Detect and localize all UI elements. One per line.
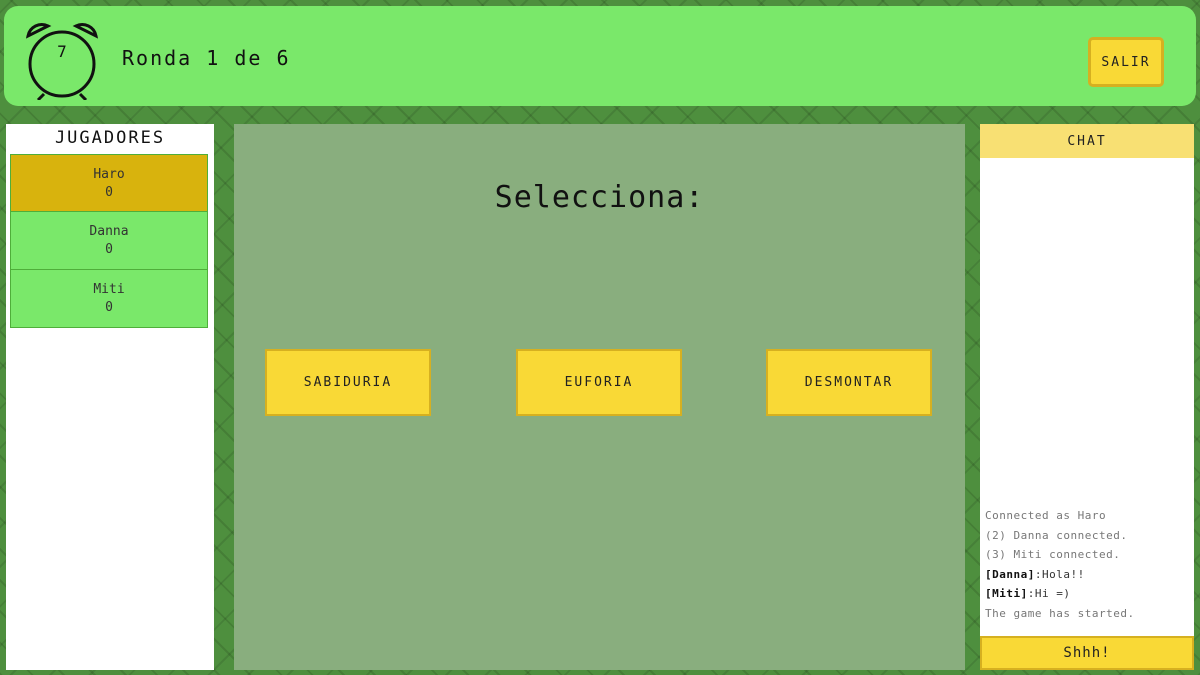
option-desmontar-button[interactable]: DESMONTAR: [766, 349, 932, 416]
chat-message-text: :Hi =): [1027, 587, 1071, 600]
players-title: JUGADORES: [54, 128, 166, 148]
shhh-button[interactable]: Shhh!: [980, 636, 1194, 670]
player-score: 0: [105, 242, 113, 257]
player-name: Miti: [93, 282, 125, 297]
player-name: Danna: [89, 224, 129, 239]
chat-title: CHAT: [980, 124, 1194, 158]
chat-message-user: [Miti]: [985, 587, 1028, 600]
player-card: Haro 0: [10, 154, 208, 212]
player-card: Danna 0: [10, 212, 208, 270]
top-bar: 7 Ronda 1 de 6 SALIR: [4, 6, 1196, 106]
select-prompt: Selecciona:: [494, 180, 705, 215]
chat-line: Connected as Haro: [985, 509, 1107, 522]
exit-button[interactable]: SALIR: [1088, 37, 1164, 87]
players-panel: JUGADORES Haro 0 Danna 0 Miti 0: [6, 124, 214, 670]
player-score: 0: [105, 300, 113, 315]
alarm-clock-icon: 7: [20, 16, 104, 102]
chat-message: [Danna]:Hola!!: [985, 565, 1191, 585]
chat-line: The game has started.: [985, 606, 1135, 620]
option-euforia-button[interactable]: EUFORIA: [516, 349, 682, 416]
round-label: Ronda 1 de 6: [122, 46, 291, 70]
option-sabiduria-button[interactable]: SABIDURIA: [265, 349, 431, 416]
player-name: Haro: [93, 166, 125, 182]
player-score: 0: [105, 184, 113, 200]
main-panel: Selecciona: SABIDURIA EUFORIA DESMONTAR: [234, 124, 965, 670]
chat-panel: CHAT Connected as Haro (2) Danna connect…: [980, 124, 1194, 670]
chat-message-text: :Hola!!: [1034, 567, 1085, 581]
chat-message-user: [Danna]: [985, 567, 1035, 581]
player-card: Miti 0: [10, 270, 208, 328]
chat-line: (3) Miti connected.: [985, 548, 1121, 561]
timer-value: 7: [57, 42, 67, 61]
chat-message: [Miti]:Hi =): [985, 584, 1191, 604]
chat-line: (2) Danna connected.: [985, 528, 1128, 542]
chat-log: Connected as Haro (2) Danna connected. (…: [985, 506, 1191, 623]
